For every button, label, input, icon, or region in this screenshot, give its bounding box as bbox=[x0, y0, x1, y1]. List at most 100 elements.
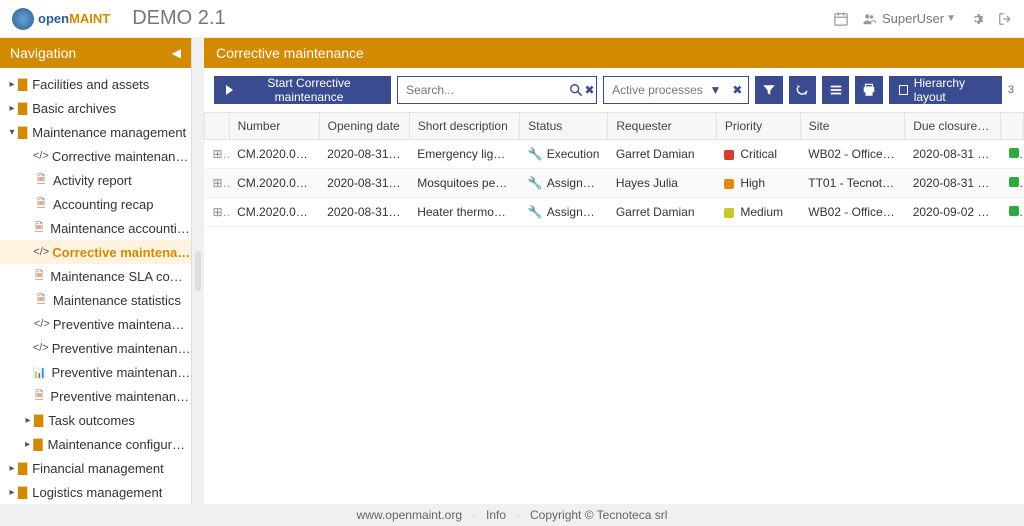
nav-item-label: Preventive maintenance … bbox=[50, 389, 191, 404]
nav-item-label: Preventive maintenance … bbox=[51, 365, 191, 380]
table-row[interactable]: ⊞CM.2020.00032020-08-31 0…Emergency ligh… bbox=[205, 140, 1024, 169]
nav-item[interactable]: 🗎Preventive maintenance … bbox=[0, 384, 191, 408]
wrench-icon: 🔧 bbox=[528, 176, 543, 190]
priority-color-icon bbox=[724, 150, 734, 160]
cell-status: 🔧Execution bbox=[520, 140, 608, 169]
expand-row-icon[interactable]: ⊞ bbox=[205, 169, 230, 198]
column-header[interactable]: Priority bbox=[716, 113, 800, 140]
nav-item[interactable]: ▸▇Facilities and assets bbox=[0, 72, 191, 96]
nav-item[interactable]: ▸▇Logistics management bbox=[0, 480, 191, 504]
nav-item-label: Financial management bbox=[32, 461, 164, 476]
expand-row-icon[interactable]: ⊞ bbox=[205, 140, 230, 169]
nav-item[interactable]: ▸▇Maintenance configurati… bbox=[0, 432, 191, 456]
clear-status-icon[interactable]: ✖ bbox=[726, 83, 748, 97]
calendar-icon[interactable] bbox=[834, 10, 848, 27]
nav-item[interactable]: </>Corrective maintenance … bbox=[0, 144, 191, 168]
nav-item[interactable]: 🗎Accounting recap bbox=[0, 192, 191, 216]
column-header[interactable] bbox=[205, 113, 230, 140]
nav-item[interactable]: 🗎Activity report bbox=[0, 168, 191, 192]
column-header[interactable]: Number bbox=[229, 113, 319, 140]
splitter[interactable] bbox=[192, 38, 204, 504]
start-process-button[interactable]: Start Corrective maintenance bbox=[214, 76, 391, 104]
cell-opening: 2020-08-31 0… bbox=[319, 140, 409, 169]
cell-description: Mosquitoes pest … bbox=[409, 169, 520, 198]
checkbox-icon bbox=[899, 85, 908, 95]
nav-item-label: Basic archives bbox=[32, 101, 116, 116]
topbar: openMAINT DEMO 2.1 SuperUser ▼ bbox=[0, 0, 1024, 38]
nav-item-label: Maintenance statistics bbox=[53, 293, 181, 308]
nav-item-label: Accounting recap bbox=[53, 197, 153, 212]
expand-row-icon[interactable]: ⊞ bbox=[205, 198, 230, 227]
navigation-panel: Navigation ◀ ▸▇Facilities and assets▸▇Ba… bbox=[0, 38, 192, 504]
search-box: ✖ bbox=[397, 76, 597, 104]
clear-search-icon[interactable]: ✖ bbox=[583, 83, 596, 97]
data-grid: NumberOpening dateShort descriptionStatu… bbox=[204, 112, 1024, 504]
nav-item[interactable]: 🗎Maintenance SLA compli… bbox=[0, 264, 191, 288]
tree-caret-icon: ▸ bbox=[22, 439, 33, 450]
table-row[interactable]: ⊞CM.2020.00012020-08-31 0…Heater thermos… bbox=[205, 198, 1024, 227]
cell-number: CM.2020.0001 bbox=[229, 198, 319, 227]
nav-item-label: Maintenance configurati… bbox=[48, 437, 191, 452]
nav-item-label: Task outcomes bbox=[48, 413, 135, 428]
filter-button[interactable] bbox=[755, 76, 782, 104]
column-header[interactable]: Requester bbox=[608, 113, 717, 140]
nav-item[interactable]: 🗎Maintenance statistics bbox=[0, 288, 191, 312]
nav-item[interactable]: </>Preventive maintenance … bbox=[0, 336, 191, 360]
nav-item[interactable]: ▾▇Maintenance management bbox=[0, 120, 191, 144]
table-row[interactable]: ⊞CM.2020.00022020-08-31 0…Mosquitoes pes… bbox=[205, 169, 1024, 198]
column-header[interactable]: Opening date bbox=[319, 113, 409, 140]
print-button[interactable] bbox=[855, 76, 882, 104]
collapse-nav-icon[interactable]: ◀ bbox=[172, 46, 181, 60]
cell-requester: Garret Damian bbox=[608, 140, 717, 169]
main-title: Corrective maintenance bbox=[216, 45, 364, 61]
status-caret-icon: ▼ bbox=[704, 83, 726, 97]
splitter-handle-icon bbox=[195, 251, 201, 291]
nav-item-label: Corrective maintenance bbox=[52, 245, 191, 260]
column-header[interactable]: Short description bbox=[409, 113, 520, 140]
search-icon[interactable] bbox=[569, 83, 583, 98]
cell-priority: High bbox=[716, 169, 800, 198]
brand-part2: MAINT bbox=[69, 11, 110, 26]
users-icon[interactable] bbox=[862, 10, 876, 27]
column-header[interactable] bbox=[1001, 113, 1024, 140]
cell-site: WB02 - Office Bui… bbox=[800, 140, 904, 169]
cell-sla bbox=[1001, 140, 1024, 169]
footer-info[interactable]: Info bbox=[486, 508, 506, 522]
cell-site: TT01 - Tecnoteca … bbox=[800, 169, 904, 198]
nav-item[interactable]: 🗎Maintenance accounting … bbox=[0, 216, 191, 240]
current-user[interactable]: SuperUser bbox=[882, 11, 944, 26]
nav-item-label: Maintenance SLA compli… bbox=[50, 269, 191, 284]
column-header[interactable]: Status bbox=[520, 113, 608, 140]
nav-item[interactable]: </>Corrective maintenance bbox=[0, 240, 191, 264]
status-filter[interactable]: Active processes ▼ ✖ bbox=[603, 76, 749, 104]
column-header[interactable]: Due closure … bbox=[905, 113, 1001, 140]
nav-item[interactable]: </>Preventive maintenance bbox=[0, 312, 191, 336]
column-header[interactable]: Site bbox=[800, 113, 904, 140]
record-count-value: 3 bbox=[1008, 84, 1014, 96]
footer-sep: · bbox=[516, 508, 520, 522]
brand-part1: open bbox=[38, 11, 69, 26]
search-input[interactable] bbox=[398, 83, 569, 97]
start-process-label: Start Corrective maintenance bbox=[239, 76, 379, 104]
gear-icon[interactable] bbox=[970, 10, 984, 27]
nav-item[interactable]: 📊Preventive maintenance … bbox=[0, 360, 191, 384]
tree-caret-icon: ▸ bbox=[6, 79, 18, 90]
cell-requester: Hayes Julia bbox=[608, 169, 717, 198]
priority-color-icon bbox=[724, 179, 734, 189]
priority-color-icon bbox=[724, 208, 734, 218]
main-panel: Corrective maintenance Start Corrective … bbox=[204, 38, 1024, 504]
cell-description: Heater thermosta… bbox=[409, 198, 520, 227]
nav-item[interactable]: ▸▇Basic archives bbox=[0, 96, 191, 120]
footer-url[interactable]: www.openmaint.org bbox=[357, 508, 462, 522]
nav-item[interactable]: ▸▇Task outcomes bbox=[0, 408, 191, 432]
navigation-title: Navigation bbox=[10, 45, 76, 61]
nav-item[interactable]: ▸▇Financial management bbox=[0, 456, 191, 480]
logout-icon[interactable] bbox=[998, 10, 1012, 27]
user-menu-caret-icon[interactable]: ▼ bbox=[946, 13, 956, 24]
refresh-button[interactable] bbox=[789, 76, 816, 104]
list-view-button[interactable] bbox=[822, 76, 849, 104]
sla-status-icon bbox=[1009, 206, 1019, 216]
nav-item-label: Preventive maintenance … bbox=[52, 341, 191, 356]
cell-status: 🔧Assignment bbox=[520, 198, 608, 227]
hierarchy-layout-button[interactable]: Hierarchy layout bbox=[889, 76, 1002, 104]
